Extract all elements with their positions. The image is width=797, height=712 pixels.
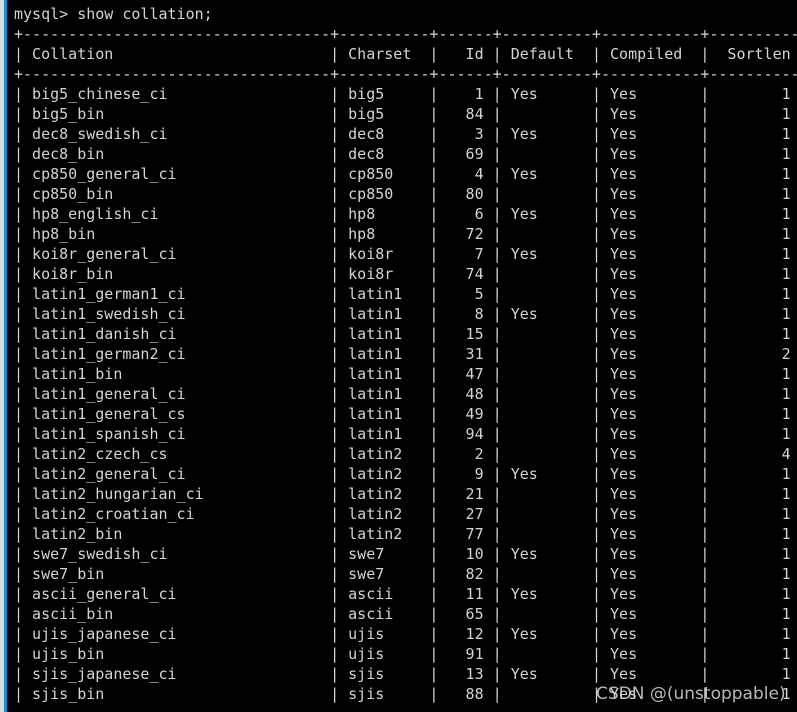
- terminal-screen[interactable]: mysql> show collation; +----------------…: [7, 0, 797, 712]
- command-prompt-line: mysql> show collation;: [14, 5, 213, 23]
- collation-result-table: +----------------------------------+----…: [14, 25, 797, 703]
- terminal-window: mysql> show collation; +----------------…: [0, 0, 797, 712]
